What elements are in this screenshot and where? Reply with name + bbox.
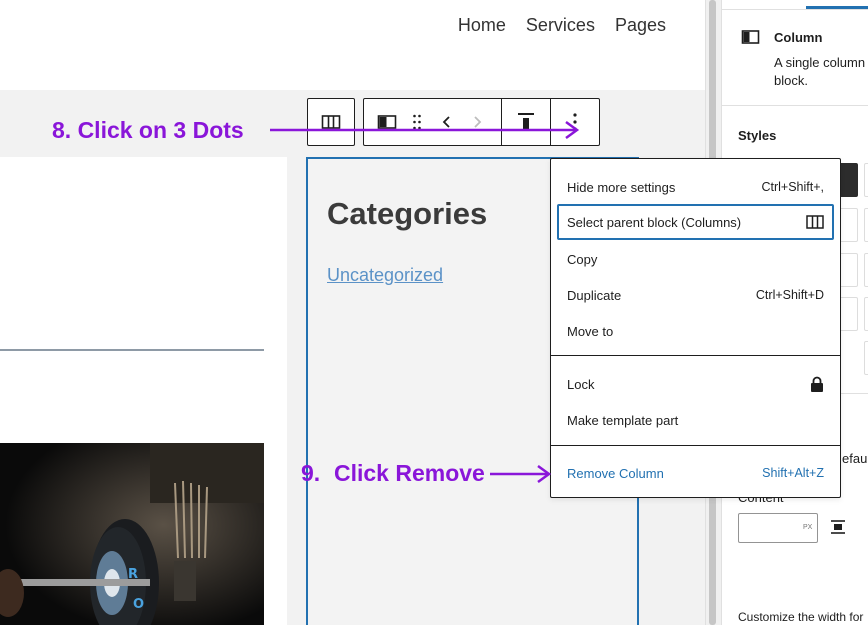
menu-item-label: Copy (567, 251, 598, 267)
barbell-photo: R O (0, 443, 264, 625)
style-swatch[interactable] (838, 208, 858, 242)
annotation-arrow-8 (270, 120, 580, 140)
site-header: Home Services Pages (0, 0, 705, 90)
menu-item-shortcut: Shift+Alt+Z (762, 466, 824, 480)
menu-item-label: Lock (567, 376, 595, 392)
nav-item-home[interactable]: Home (458, 14, 506, 36)
menu-item-label: Duplicate (567, 287, 622, 303)
uncategorized-link[interactable]: Uncategorized (327, 265, 443, 286)
justify-center-icon[interactable] (830, 519, 846, 535)
content-width-help-text: Customize the width for (738, 610, 864, 624)
editor-screen: Home Services Pages R O Categories Uncat… (0, 0, 868, 625)
menu-item-move-to[interactable]: Move to (557, 313, 834, 349)
columns-icon (806, 215, 824, 229)
menu-item-label: Hide more settings (567, 179, 676, 195)
menu-item-label: Select parent block (Columns) (567, 214, 742, 230)
menu-item-label: Move to (567, 323, 614, 339)
annotation-step-9: Click Remove (334, 460, 485, 486)
gym-image[interactable]: R O (0, 443, 264, 625)
menu-item-label: Make template part (567, 412, 679, 428)
menu-item-select-parent-block[interactable]: Select parent block (Columns) (557, 204, 834, 240)
block-options-menu: Hide more settings Ctrl+Shift+, Select p… (550, 158, 841, 498)
menu-item-copy[interactable]: Copy (557, 241, 834, 277)
menu-item-shortcut: Ctrl+Shift+, (761, 180, 824, 194)
menu-item-lock[interactable]: Lock (557, 366, 834, 402)
sidebar-divider (722, 9, 868, 10)
style-swatch[interactable] (864, 163, 868, 197)
menu-item-remove-column[interactable]: Remove Column Shift+Alt+Z (557, 455, 834, 491)
annotation-arrow-9 (490, 464, 552, 484)
style-swatch[interactable] (838, 297, 858, 331)
separator-line (0, 349, 264, 351)
unit-label[interactable]: PX (803, 524, 812, 531)
menu-separator (551, 445, 840, 446)
style-swatch[interactable] (838, 163, 858, 197)
menu-item-hide-more-settings[interactable]: Hide more settings Ctrl+Shift+, (557, 169, 834, 205)
annotation-step-8: 8. Click on 3 Dots (52, 117, 244, 143)
styles-label: Styles (738, 128, 777, 143)
menu-item-label: Remove Column (567, 465, 664, 481)
lock-icon (811, 376, 823, 392)
annotation-step-9-number: 9. (301, 460, 321, 486)
menu-item-shortcut: Ctrl+Shift+D (755, 288, 824, 302)
nav-item-pages[interactable]: Pages (615, 14, 666, 36)
sidebar-divider (722, 105, 868, 106)
style-swatch[interactable] (864, 341, 868, 375)
column-block-icon (741, 30, 760, 44)
style-swatch[interactable] (864, 208, 868, 242)
nav-item-services[interactable]: Services (526, 14, 595, 36)
block-card-description: A single column block. (774, 55, 866, 88)
menu-item-duplicate[interactable]: Duplicate Ctrl+Shift+D (557, 277, 834, 313)
style-swatch[interactable] (838, 253, 858, 287)
menu-separator (551, 355, 840, 356)
block-card-title: Column (774, 30, 823, 45)
svg-text:O: O (133, 597, 144, 612)
layout-default-label: efault (842, 451, 868, 466)
menu-item-make-template-part[interactable]: Make template part (557, 402, 834, 438)
site-nav: Home Services Pages (458, 14, 666, 36)
style-swatch[interactable] (864, 253, 868, 287)
style-swatch[interactable] (864, 297, 868, 331)
categories-heading: Categories (327, 196, 488, 231)
